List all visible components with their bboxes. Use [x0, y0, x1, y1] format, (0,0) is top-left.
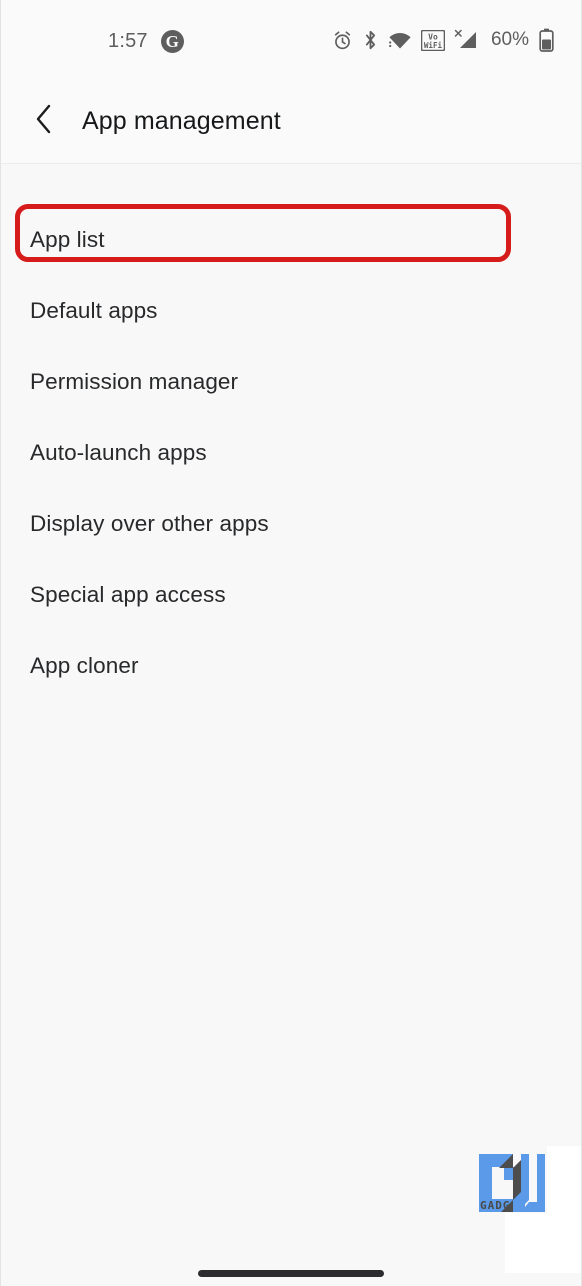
watermark-caption: GADG	[480, 1199, 511, 1212]
list-item-app-list[interactable]: App list	[1, 204, 581, 275]
chevron-left-icon	[33, 103, 55, 140]
bluetooth-icon	[362, 29, 379, 51]
svg-text:WiFi: WiFi	[424, 41, 443, 50]
list-item-label: App cloner	[30, 652, 139, 678]
settings-list: App list Default apps Permission manager…	[1, 164, 581, 1286]
vowifi-icon: Vo WiFi	[420, 29, 445, 51]
battery-icon	[539, 28, 554, 52]
google-assistant-icon: G	[160, 30, 184, 53]
battery-percent-label: 60%	[490, 29, 529, 50]
list-item-auto-launch-apps[interactable]: Auto-launch apps	[1, 417, 581, 488]
alarm-icon	[332, 30, 353, 51]
list-item-permission-manager[interactable]: Permission manager	[1, 346, 581, 417]
list-item-label: Auto-launch apps	[30, 439, 207, 465]
list-item-display-over-other-apps[interactable]: Display over other apps	[1, 488, 581, 559]
status-bar-clock: 1:57	[108, 30, 148, 52]
watermark-crop-overlay	[505, 1213, 581, 1273]
list-item-label: Default apps	[30, 297, 158, 323]
status-bar-right: Vo WiFi 60%	[332, 28, 554, 52]
list-item-special-app-access[interactable]: Special app access	[1, 559, 581, 630]
wifi-icon	[388, 30, 412, 50]
cellular-signal-icon	[454, 29, 479, 51]
list-item-label: Special app access	[30, 581, 226, 607]
back-button[interactable]	[18, 96, 70, 148]
list-item-default-apps[interactable]: Default apps	[1, 275, 581, 346]
status-bar: 1:57 G Vo WiFi 60%	[1, 0, 581, 80]
status-bar-left: 1:57 G	[108, 30, 184, 53]
list-item-label: App list	[30, 226, 105, 252]
list-item-label: Display over other apps	[30, 510, 269, 536]
list-item-label: Permission manager	[30, 368, 239, 394]
watermark-crop-overlay-right	[547, 1146, 581, 1221]
page-title: App management	[82, 107, 281, 135]
list-item-app-cloner[interactable]: App cloner	[1, 630, 581, 701]
home-indicator[interactable]	[198, 1270, 384, 1277]
phone-screen: 1:57 G Vo WiFi 60% App management App li…	[0, 0, 582, 1286]
app-bar: App management	[1, 80, 581, 164]
